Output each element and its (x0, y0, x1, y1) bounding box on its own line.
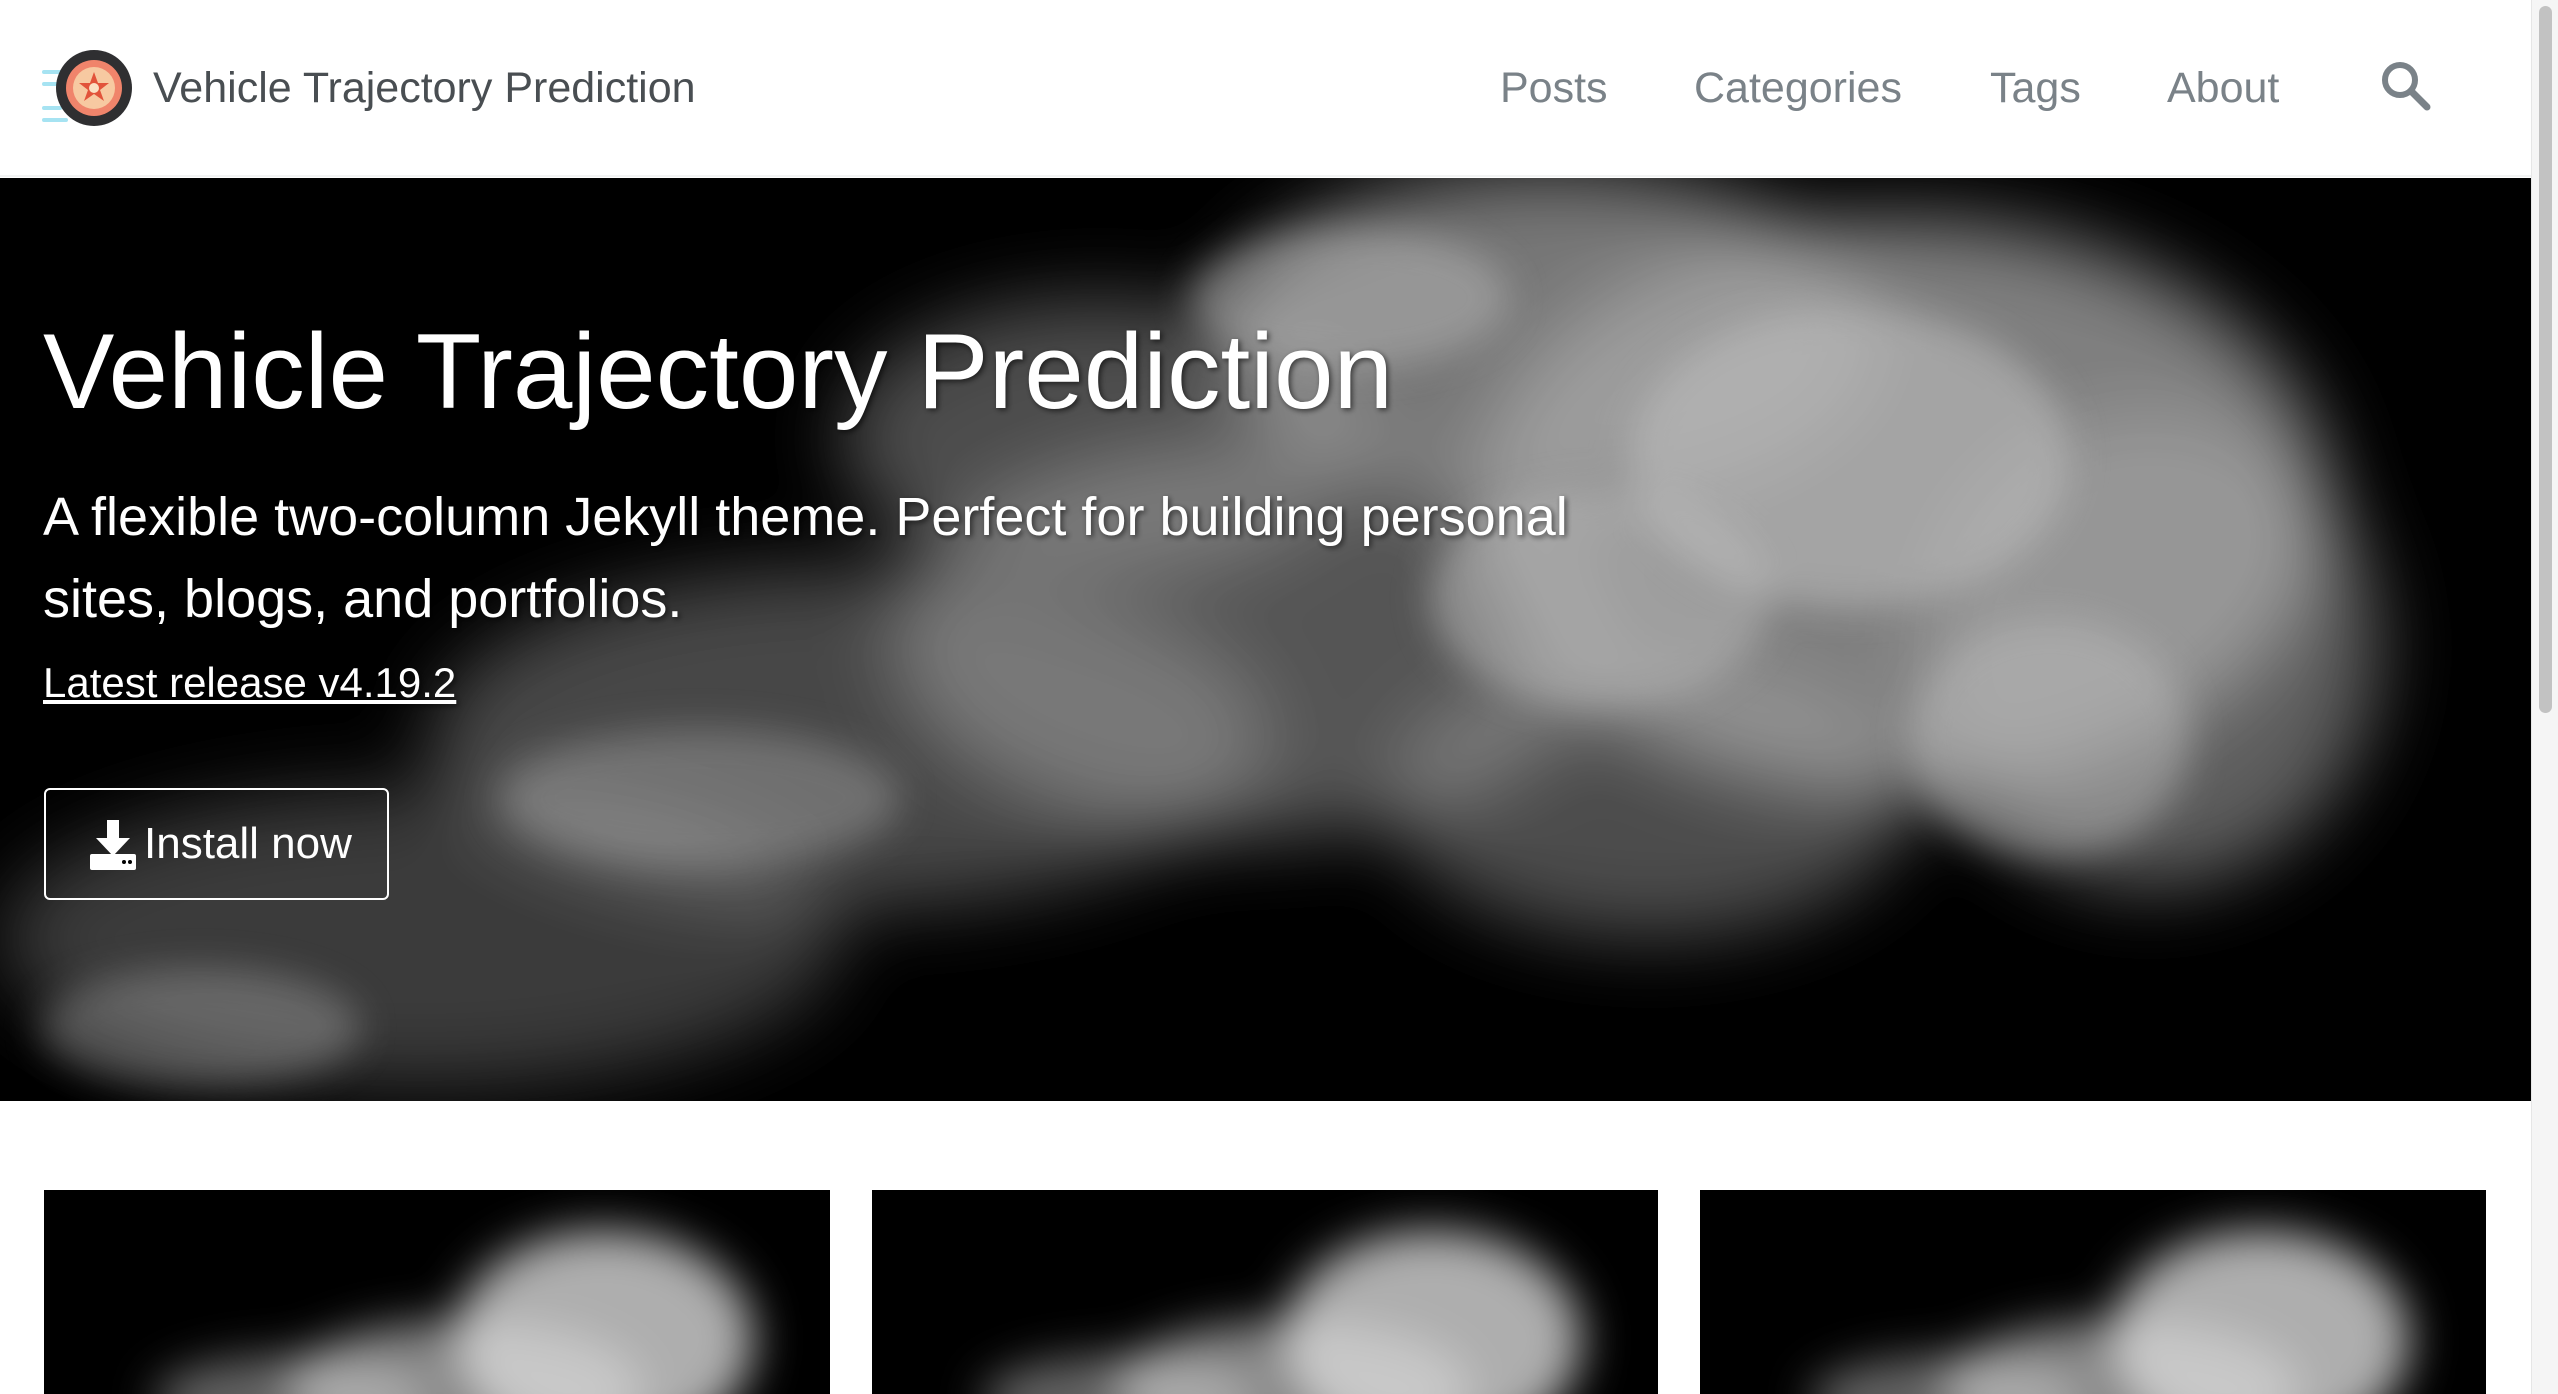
nav-posts[interactable]: Posts (1500, 60, 1608, 116)
feature-card-image[interactable] (44, 1190, 830, 1394)
nav-about[interactable]: About (2167, 60, 2279, 116)
smoke-thumbnail-image (1700, 1190, 2486, 1394)
feature-card-image[interactable] (872, 1190, 1658, 1394)
latest-release-link[interactable]: Latest release v4.19.2 (43, 655, 456, 711)
install-now-label: Install now (144, 819, 352, 868)
site-title[interactable]: Vehicle Trajectory Prediction (153, 60, 696, 116)
smoke-thumbnail-image (44, 1190, 830, 1394)
feature-card-image[interactable] (1700, 1190, 2486, 1394)
vertical-scrollbar[interactable] (2531, 0, 2558, 1394)
nav-categories[interactable]: Categories (1694, 60, 1902, 116)
hero-banner: Vehicle Trajectory Prediction A flexible… (0, 178, 2531, 1101)
download-icon (90, 820, 136, 870)
hero-tagline: A flexible two-column Jekyll theme. Perf… (43, 487, 1568, 629)
smoke-thumbnail-image (872, 1190, 1658, 1394)
nav-tags[interactable]: Tags (1990, 60, 2081, 116)
search-icon[interactable] (2378, 58, 2434, 114)
scrollbar-thumb[interactable] (2539, 6, 2552, 713)
hero-title: Vehicle Trajectory Prediction (43, 311, 1394, 431)
install-now-button[interactable]: Install now (44, 788, 389, 900)
masthead: Vehicle Trajectory Prediction Posts Cate… (0, 0, 2531, 177)
film-reel-logo-icon[interactable] (42, 48, 134, 128)
